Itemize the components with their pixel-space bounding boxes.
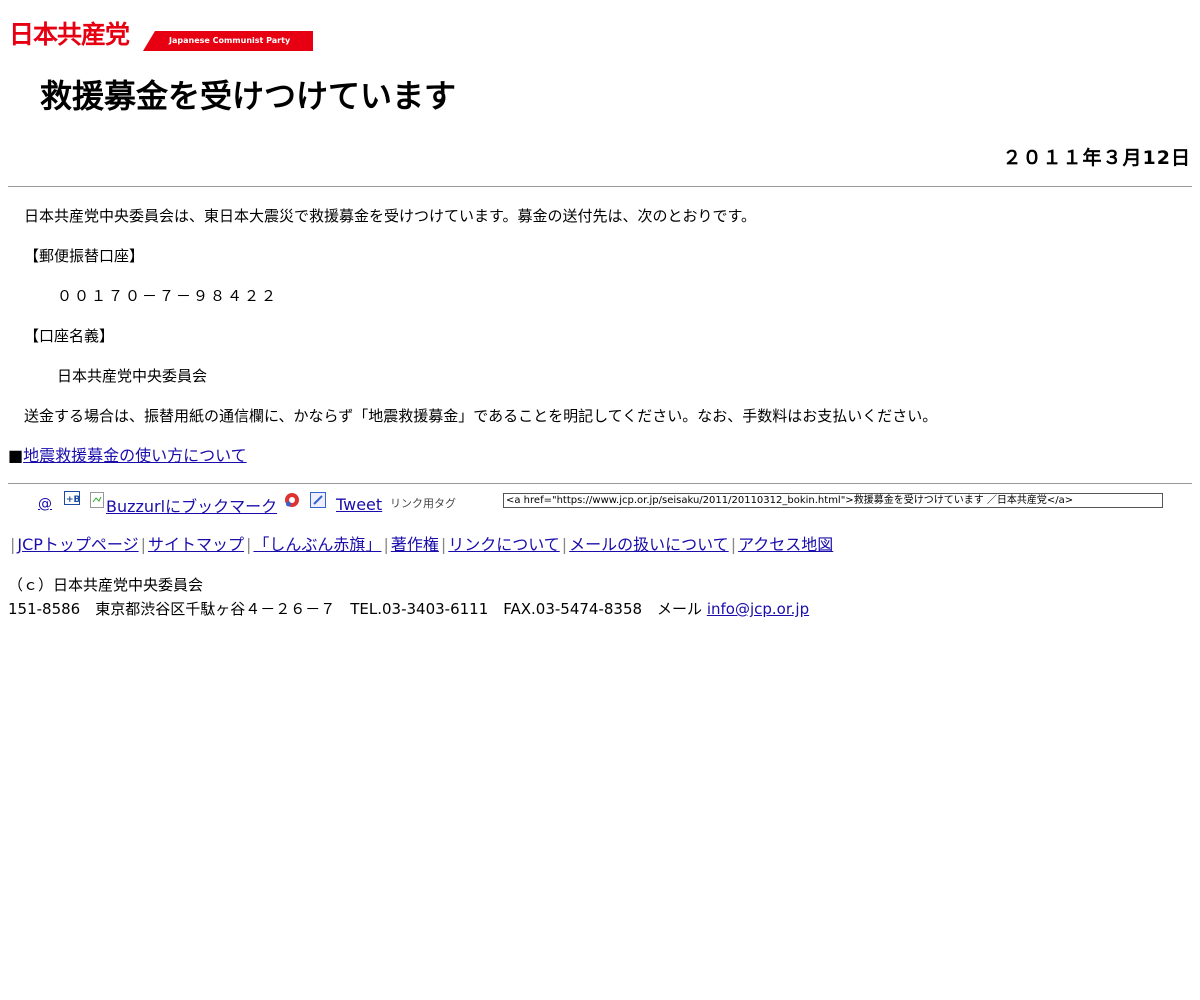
share-bar: @ +B Buzzurlにブックマーク Tweet リンク用タグ [38, 490, 1163, 517]
nav-separator: | [10, 535, 16, 554]
related-link-row: ■地震救援募金の使い方について [8, 444, 247, 468]
footer-address: 151-8586 東京都渋谷区千駄ヶ谷４－２６－７ TEL.03-3403-61… [8, 600, 707, 618]
buzzurl-image-icon [90, 492, 104, 512]
nav-akahata[interactable]: 「しんぶん赤旗」 [253, 535, 381, 554]
nav-separator: | [140, 535, 147, 554]
nav-sitemap[interactable]: サイトマップ [148, 535, 244, 554]
footer-nav: | JCPトップページ | サイトマップ | 「しんぶん赤旗」 | 著作権 | リンクについて | メ… [8, 533, 833, 557]
nav-link-policy[interactable]: リンクについて [448, 535, 560, 554]
nav-separator: | [246, 535, 252, 554]
bookmark-icon[interactable] [284, 492, 300, 512]
link-tag-input[interactable] [503, 493, 1163, 508]
nav-copyright[interactable]: 著作権 [391, 535, 439, 554]
publish-date: ２０１１年３月12日 [1002, 147, 1191, 169]
pencil-icon[interactable] [310, 492, 326, 512]
nav-mail-policy[interactable]: メールの扱いについて [569, 535, 729, 554]
footer-copyright: （ｃ）日本共産党中央委員会 [8, 576, 204, 594]
note-paragraph: 送金する場合は、振替用紙の通信欄に、かならず「地震救援募金」であることを明記して… [24, 407, 938, 425]
logo-japanese-text: 日本共産党 [9, 20, 130, 49]
nav-separator: | [440, 535, 447, 554]
bokin-usage-link[interactable]: 地震救援募金の使い方について [23, 446, 247, 465]
jcp-logo[interactable]: 日本共産党 Japanese Communist Party [9, 20, 313, 51]
square-bullet: ■ [8, 446, 24, 465]
footer-email-link[interactable]: info@jcp.or.jp [707, 600, 809, 618]
nav-jcp-top[interactable]: JCPトップページ [17, 535, 138, 554]
account-heading: 【郵便振替口座】 [24, 247, 145, 265]
account-name-heading: 【口座名義】 [24, 327, 115, 345]
hatena-bookmark-icon[interactable]: +B [64, 491, 81, 509]
buzzurl-bookmark-link[interactable]: Buzzurlにブックマーク [106, 493, 277, 517]
nav-separator: | [730, 535, 737, 554]
tweet-link[interactable]: Tweet [336, 495, 382, 514]
divider-top [8, 186, 1192, 187]
svg-text:+B: +B [66, 495, 80, 505]
logo-english-text: Japanese Communist Party [169, 36, 291, 45]
account-name: 日本共産党中央委員会 [57, 367, 208, 385]
nav-access-map[interactable]: アクセス地図 [738, 535, 833, 554]
link-tag-label: リンク用タグ [390, 497, 456, 510]
page-title: 救援募金を受けつけています [40, 77, 457, 115]
intro-paragraph: 日本共産党中央委員会は、東日本大震災で救援募金を受けつけています。募金の送付先は… [24, 207, 757, 225]
divider-bottom [8, 483, 1192, 484]
nav-separator: | [383, 535, 389, 554]
nav-separator: | [561, 535, 568, 554]
account-number: ００１７０－７－９８４２２ [57, 287, 279, 305]
at-icon[interactable]: @ [38, 496, 52, 512]
footer-address-row: 151-8586 東京都渋谷区千駄ヶ谷４－２６－７ TEL.03-3403-61… [8, 597, 809, 621]
